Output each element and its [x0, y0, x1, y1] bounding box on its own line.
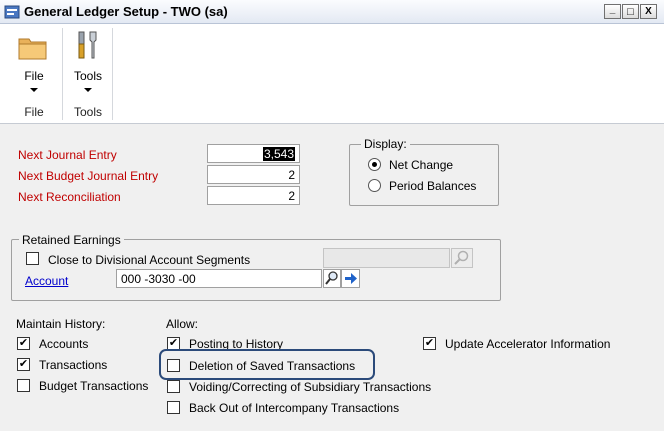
close-button[interactable]: X — [640, 4, 657, 19]
next-journal-label: Next Journal Entry — [18, 148, 117, 162]
close-divisional-label: Close to Divisional Account Segments — [48, 253, 251, 267]
file-group-label: File — [24, 105, 44, 119]
account-link[interactable]: Account — [25, 274, 68, 288]
folder-icon — [18, 38, 47, 60]
update-accelerator-label: Update Accelerator Information — [445, 337, 611, 351]
ribbon: File File Tools Tools — [0, 24, 664, 124]
close-icon: X — [645, 6, 652, 17]
window-title: General Ledger Setup - TWO (sa) — [24, 4, 228, 19]
tools-icon — [78, 31, 97, 59]
highlight-box — [159, 349, 375, 380]
period-balances-label: Period Balances — [389, 179, 477, 193]
net-change-radio[interactable] — [368, 158, 381, 171]
next-reconciliation-label: Next Reconciliation — [18, 190, 121, 204]
checkmark-icon: ✔ — [424, 337, 435, 349]
radio-selected-dot — [372, 162, 377, 167]
account-input[interactable]: 000 -3030 -00 — [116, 269, 322, 288]
transactions-checkbox[interactable]: ✔ — [17, 358, 30, 371]
tools-group-label: Tools — [73, 105, 102, 119]
voiding-correcting-label: Voiding/Correcting of Subsidiary Transac… — [189, 380, 432, 394]
display-legend: Display: — [361, 137, 410, 151]
accounts-label: Accounts — [39, 337, 89, 351]
file-button-label: File — [24, 69, 44, 83]
update-accelerator-checkbox[interactable]: ✔ — [423, 337, 436, 350]
checkmark-icon: ✔ — [168, 337, 179, 349]
account-lookup-button[interactable] — [323, 269, 341, 288]
file-button[interactable]: File — [12, 28, 56, 98]
chevron-down-icon — [84, 88, 92, 92]
arrow-right-icon — [345, 273, 357, 284]
tools-button-label: Tools — [73, 69, 102, 83]
minimize-icon: _ — [609, 4, 616, 15]
file-group: File File — [6, 24, 62, 124]
chevron-down-icon — [30, 88, 38, 92]
ribbon-separator — [112, 28, 113, 120]
close-divisional-checkbox[interactable] — [26, 252, 39, 265]
ribbon-separator — [62, 28, 63, 120]
back-out-checkbox[interactable] — [167, 401, 180, 414]
next-budget-label: Next Budget Journal Entry — [18, 169, 159, 183]
checkmark-icon: ✔ — [18, 337, 29, 349]
next-reconciliation-input[interactable]: 2 — [207, 186, 300, 205]
lookup-icon — [454, 250, 469, 265]
next-budget-input[interactable]: 2 — [207, 165, 300, 184]
budget-transactions-checkbox[interactable] — [17, 379, 30, 392]
account-expand-button[interactable] — [341, 269, 360, 288]
net-change-label: Net Change — [389, 158, 454, 172]
segment-field-disabled — [323, 248, 450, 268]
allow-heading: Allow: — [166, 317, 199, 331]
minimize-button[interactable]: _ — [604, 4, 621, 19]
transactions-label: Transactions — [39, 358, 108, 372]
maintain-history-heading: Maintain History: — [16, 317, 106, 331]
maximize-icon: □ — [627, 5, 634, 18]
checkmark-icon: ✔ — [18, 358, 29, 370]
maximize-button[interactable]: □ — [622, 4, 639, 19]
retained-earnings-legend: Retained Earnings — [19, 233, 124, 247]
title-bar: General Ledger Setup - TWO (sa) _ □ X — [0, 0, 664, 24]
tools-button[interactable]: Tools — [66, 28, 110, 98]
lookup-icon — [325, 271, 338, 285]
app-icon — [4, 5, 20, 19]
next-journal-input[interactable]: 3,543 — [207, 144, 300, 163]
back-out-label: Back Out of Intercompany Transactions — [189, 401, 400, 415]
accounts-checkbox[interactable]: ✔ — [17, 337, 30, 350]
voiding-correcting-checkbox[interactable] — [167, 380, 180, 393]
period-balances-radio[interactable] — [368, 179, 381, 192]
display-group — [349, 144, 499, 206]
segment-lookup-button — [451, 248, 473, 268]
budget-transactions-label: Budget Transactions — [39, 379, 149, 393]
tools-group: Tools Tools — [64, 24, 112, 124]
